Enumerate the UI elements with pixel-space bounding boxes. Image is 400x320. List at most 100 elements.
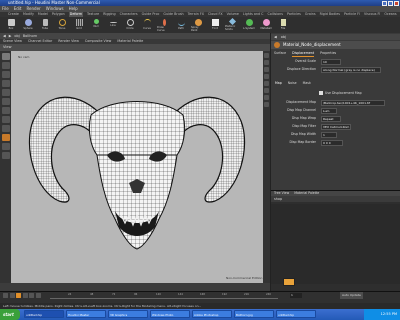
displacement-map-field[interactable]: /Ballcrop.tex/1001+4K_1001.tif: [321, 99, 385, 106]
camera-icon[interactable]: [1, 143, 10, 150]
tab-noise[interactable]: Noise: [288, 80, 297, 86]
file-icon: [280, 19, 286, 26]
camera-label[interactable]: No cam: [18, 55, 29, 59]
taskbar-item[interactable]: Adobe Photoshop: [192, 310, 232, 318]
view-tool-icon[interactable]: [1, 107, 10, 114]
tool-metaball-button[interactable]: Metaball: [259, 18, 273, 32]
ghost-icon[interactable]: [264, 88, 269, 93]
start-button[interactable]: start: [0, 309, 20, 320]
display-option-icon[interactable]: [264, 53, 269, 58]
frame-ruler[interactable]: 24 48 72 96 120 144 168 192 216 240: [50, 293, 278, 299]
tool-sphere-button[interactable]: Sphere: [21, 18, 35, 32]
lighting-icon[interactable]: [264, 74, 269, 79]
tool-lsystem-button[interactable]: L-System: [242, 18, 256, 32]
material-node[interactable]: [283, 278, 295, 286]
back-icon[interactable]: ◀: [274, 34, 277, 40]
taskbar-item[interactable]: Windows Photo: [150, 310, 190, 318]
maximize-button[interactable]: [388, 0, 393, 6]
param-row: Disp Map Filter VEX Catmull-Rom: [292, 123, 351, 130]
tool-file-button[interactable]: File: [276, 18, 290, 32]
play-icon[interactable]: [16, 293, 21, 298]
first-frame-icon[interactable]: [3, 293, 8, 298]
auto-update-button[interactable]: Auto Update: [340, 292, 363, 299]
pose-tool-icon[interactable]: [1, 98, 10, 105]
disp-map-width-field[interactable]: 1: [321, 131, 337, 138]
current-frame-field[interactable]: 1: [290, 293, 302, 298]
node-name-field[interactable]: Material_Node_displacement: [283, 41, 341, 49]
tool-draw-curve-button[interactable]: Draw Curve: [157, 18, 171, 32]
circle-icon: [126, 19, 134, 26]
taskbar-item[interactable]: untitled.hip: [24, 310, 64, 318]
use-displacement-checkbox[interactable]: [319, 91, 323, 95]
next-frame-icon[interactable]: [29, 293, 34, 298]
viewport-header: View: [0, 44, 270, 51]
move-tool-icon[interactable]: [1, 62, 10, 69]
taskbar-item[interactable]: 3D Graphics: [108, 310, 148, 318]
taskbar-item[interactable]: Bollhorn.jpg: [234, 310, 274, 318]
tool-font-button[interactable]: Font: [208, 18, 222, 32]
select-tool-icon[interactable]: [1, 53, 10, 60]
rotate-tool-icon[interactable]: [1, 71, 10, 78]
render-icon[interactable]: [1, 125, 10, 132]
last-frame-icon[interactable]: [35, 293, 41, 298]
tool-torus-button[interactable]: Torus: [55, 18, 69, 32]
prev-frame-icon[interactable]: [9, 293, 15, 298]
system-tray-clock: 12:55 PM: [364, 309, 400, 320]
param-row: Disp Map Wrap Repeat: [271, 115, 400, 122]
param-path[interactable]: obj: [281, 34, 286, 40]
box-icon: [7, 19, 15, 26]
param-path-bar: ◀ obj: [271, 34, 400, 40]
tab-displacement[interactable]: Displacement: [292, 50, 315, 57]
tool-curve-button[interactable]: Curve: [140, 18, 154, 32]
handle-tool-icon[interactable]: [1, 89, 10, 96]
tab-properties[interactable]: Properties: [320, 50, 336, 56]
disp-map-wrap-select[interactable]: Repeat: [321, 115, 341, 122]
tool-grid-button[interactable]: Grid: [72, 18, 86, 32]
taskbar-item[interactable]: untitled.hip: [276, 310, 316, 318]
node-header: Material_Node_displacement: [271, 41, 400, 49]
network-path[interactable]: shop: [274, 196, 282, 202]
tool-null-button[interactable]: Null: [89, 18, 103, 32]
tool-line-button[interactable]: Line: [106, 18, 120, 32]
tool-spray-paint-button[interactable]: Spray Paint: [191, 18, 205, 32]
minimize-button[interactable]: [382, 0, 387, 6]
disp-map-filter-select[interactable]: VEX Catmull-Rom: [321, 123, 351, 130]
draw-curve-icon: [162, 19, 166, 26]
light-icon[interactable]: [1, 152, 10, 159]
tool-tube-button[interactable]: Tube: [38, 18, 52, 32]
disp-map-channel-select[interactable]: Lum: [321, 107, 337, 114]
stop-icon[interactable]: [22, 293, 28, 298]
viewport[interactable]: [11, 51, 263, 283]
overall-scale-field[interactable]: 10: [321, 58, 341, 65]
material-node-icon: [274, 42, 280, 48]
network-editor[interactable]: [271, 204, 400, 284]
tab-surface[interactable]: Surface: [274, 50, 286, 56]
wireframe-icon[interactable]: [264, 60, 269, 65]
param-tabs: Surface Displacement Properties: [271, 50, 400, 57]
tool-box-button[interactable]: Box: [4, 18, 18, 32]
tab-mask[interactable]: Mask: [303, 80, 311, 86]
tab-map[interactable]: Map: [275, 80, 282, 86]
backface-icon[interactable]: [264, 95, 269, 100]
null-icon: [93, 19, 99, 24]
taskbar-item[interactable]: Houdini Master: [66, 310, 106, 318]
disp-map-border-field[interactable]: 0 0 0: [321, 139, 343, 146]
path-icon: [177, 19, 185, 26]
tool-circle-button[interactable]: Circle: [123, 18, 137, 32]
param-row: Displace Direction Along Normal (gray is…: [271, 66, 400, 73]
close-button[interactable]: [394, 0, 399, 6]
normals-icon[interactable]: [264, 102, 269, 107]
displace-direction-select[interactable]: Along Normal (gray is no displace): [321, 66, 381, 73]
grid-icon: [75, 19, 83, 26]
use-displacement-row: Use Displacement Map: [319, 90, 362, 96]
flipbook-icon[interactable]: [1, 134, 10, 141]
scale-tool-icon[interactable]: [1, 80, 10, 87]
tool-path-button[interactable]: Path: [174, 18, 188, 32]
tool-platonic-button[interactable]: Platonic Solids: [225, 17, 239, 32]
shaded-icon[interactable]: [264, 67, 269, 72]
grid-toggle-icon[interactable]: [264, 81, 269, 86]
snap-tool-icon[interactable]: [1, 116, 10, 123]
network-path-bar: shop: [271, 196, 400, 202]
curve-icon: [143, 19, 151, 26]
param-row: Disp Map Border 0 0 0: [271, 139, 400, 146]
